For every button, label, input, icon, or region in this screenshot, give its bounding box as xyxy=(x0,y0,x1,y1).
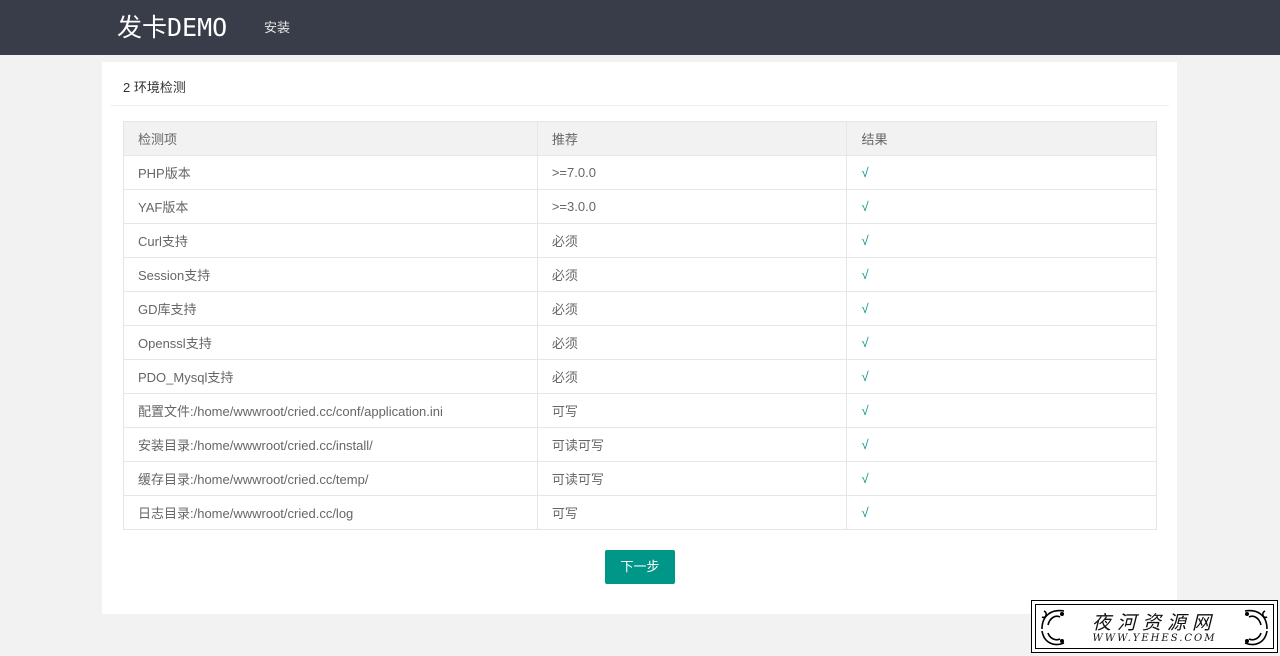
table-header-row: 检测项 推荐 结果 xyxy=(123,121,1157,156)
table-row: 配置文件:/home/wwwroot/cried.cc/conf/applica… xyxy=(123,393,1157,428)
recommend-cell: 必须 xyxy=(536,359,848,394)
result-cell: √ xyxy=(846,393,1157,428)
table-row: PHP版本 >=7.0.0 √ xyxy=(123,155,1157,190)
panel-title: 2 环境检测 xyxy=(123,80,186,95)
nav-item-install[interactable]: 安装 xyxy=(264,19,290,37)
watermark-title: 夜河资源网 xyxy=(1091,612,1217,634)
recommend-cell: 必须 xyxy=(536,257,848,292)
result-cell: √ xyxy=(846,325,1157,360)
header-result: 结果 xyxy=(846,121,1157,156)
recommend-cell: 可读可写 xyxy=(536,461,848,496)
watermark-url: WWW.YEHES.COM xyxy=(1092,633,1217,644)
result-cell: √ xyxy=(846,461,1157,496)
check-item-cell: 配置文件:/home/wwwroot/cried.cc/conf/applica… xyxy=(123,393,538,428)
check-item-cell: PDO_Mysql支持 xyxy=(123,359,538,394)
next-step-button[interactable]: 下一步 xyxy=(605,550,675,584)
check-item-cell: Session支持 xyxy=(123,257,538,292)
table-row: Session支持 必须 √ xyxy=(123,257,1157,292)
table-row: Curl支持 必须 √ xyxy=(123,223,1157,258)
check-item-cell: Openssl支持 xyxy=(123,325,538,360)
recommend-cell: 可写 xyxy=(536,495,848,530)
result-cell: √ xyxy=(846,427,1157,462)
table-row: GD库支持 必须 √ xyxy=(123,291,1157,326)
recommend-cell: 必须 xyxy=(536,291,848,326)
table-row: PDO_Mysql支持 必须 √ xyxy=(123,359,1157,394)
table-row: Openssl支持 必须 √ xyxy=(123,325,1157,360)
recommend-cell: >=3.0.0 xyxy=(536,189,848,224)
panel-divider xyxy=(110,105,1169,106)
result-cell: √ xyxy=(846,257,1157,292)
table-row: YAF版本 >=3.0.0 √ xyxy=(123,189,1157,224)
check-item-cell: 缓存目录:/home/wwwroot/cried.cc/temp/ xyxy=(123,461,538,496)
content-panel: 2 环境检测 检测项 推荐 结果 PHP版本 >=7.0.0 √ YAF版本 >=3.0… xyxy=(102,62,1177,614)
result-cell: √ xyxy=(846,155,1157,190)
result-cell: √ xyxy=(846,189,1157,224)
header-recommend: 推荐 xyxy=(536,121,848,156)
recommend-cell: 必须 xyxy=(536,325,848,360)
result-cell: √ xyxy=(846,223,1157,258)
check-item-cell: YAF版本 xyxy=(123,189,538,224)
recommend-cell: 可读可写 xyxy=(536,427,848,462)
table-row: 日志目录:/home/wwwroot/cried.cc/log 可写 √ xyxy=(123,495,1157,530)
top-navbar: 发卡DEMO 安装 xyxy=(0,0,1280,55)
table-row: 安装目录:/home/wwwroot/cried.cc/install/可读可写… xyxy=(123,427,1157,462)
check-item-cell: 日志目录:/home/wwwroot/cried.cc/log xyxy=(123,495,538,530)
table-row: 缓存目录:/home/wwwroot/cried.cc/temp/可读可写 √ xyxy=(123,461,1157,496)
check-item-cell: 安装目录:/home/wwwroot/cried.cc/install/ xyxy=(123,427,538,462)
result-cell: √ xyxy=(846,291,1157,326)
result-cell: √ xyxy=(846,359,1157,394)
watermark-logo: 夜河资源网 WWW.YEHES.COM xyxy=(1031,600,1278,653)
check-item-cell: PHP版本 xyxy=(123,155,538,190)
recommend-cell: 可写 xyxy=(536,393,848,428)
result-cell: √ xyxy=(846,495,1157,530)
environment-check-table: 检测项 推荐 结果 PHP版本 >=7.0.0 √ YAF版本 >=3.0.0 √ Curl… xyxy=(123,121,1157,530)
brand-logo[interactable]: 发卡DEMO xyxy=(117,12,227,44)
check-item-cell: GD库支持 xyxy=(123,291,538,326)
header-check-item: 检测项 xyxy=(123,121,538,156)
recommend-cell: 必须 xyxy=(536,223,848,258)
check-item-cell: Curl支持 xyxy=(123,223,538,258)
recommend-cell: >=7.0.0 xyxy=(536,155,848,190)
